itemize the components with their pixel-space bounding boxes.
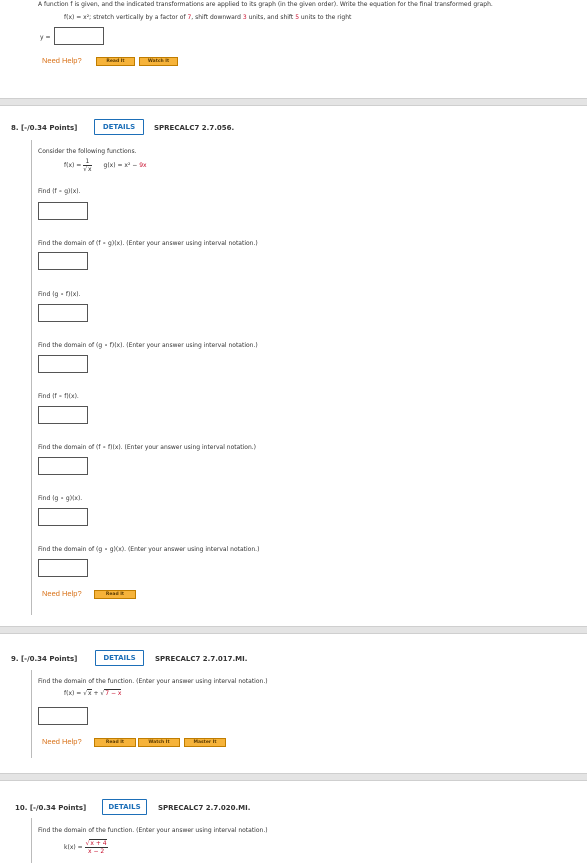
watch-it-button-q9[interactable]: Watch It (138, 738, 180, 747)
read-it-button-q9[interactable]: Read It (94, 738, 136, 747)
q8-prompt-5: Find (f ∘ f)(x). (38, 393, 79, 400)
details-button-q10[interactable]: DETAILS (102, 799, 147, 815)
q8-answer-4[interactable] (38, 355, 88, 373)
q8-prompt-6: Find the domain of (f ∘ f)(x). (Enter yo… (38, 444, 257, 451)
k-fraction: √x + 4x − 2 (84, 839, 108, 855)
q10-prompt: Find the domain of the function. (Enter … (38, 827, 268, 834)
master-it-button-q9[interactable]: Master It (184, 738, 226, 747)
q8-prompt-2: Find the domain of (f ∘ g)(x). (Enter yo… (38, 240, 258, 247)
question-9-code: SPRECALC7 2.7.017.MI. (155, 655, 248, 663)
f-fraction: 1 √x (83, 158, 92, 173)
need-help-label-q7: Need Help? (42, 56, 82, 65)
question-10-code: SPRECALC7 2.7.020.MI. (158, 804, 251, 812)
q8-prompt-1: Find (f ∘ g)(x). (38, 188, 81, 195)
question-9-body-rule (31, 670, 32, 758)
top-fx: f(x) = x²; (64, 14, 92, 21)
question-separator (0, 773, 587, 781)
q9-function: f(x) = √x + √7 − x (64, 689, 122, 697)
top-function-line: f(x) = x²; stretch vertically by a facto… (64, 14, 352, 21)
question-8-label: 8. [-/0.34 Points] (11, 124, 78, 132)
q10-function: k(x) = √x + 4x − 2 (64, 839, 108, 855)
details-button-q8[interactable]: DETAILS (94, 119, 144, 135)
q8-prompt-8: Find the domain of (g ∘ g)(x). (Enter yo… (38, 546, 260, 553)
y-equals-label: y = (40, 34, 51, 41)
question-8-body-rule (31, 140, 32, 615)
need-help-label-q8: Need Help? (42, 589, 82, 598)
read-it-button-q7[interactable]: Read It (96, 57, 135, 66)
watch-it-button-q7[interactable]: Watch It (139, 57, 178, 66)
answer-input-q7[interactable] (54, 27, 104, 45)
question-10-body-rule (31, 818, 32, 863)
question-8-code: SPRECALC7 2.7.056. (154, 124, 235, 132)
q8-answer-3[interactable] (38, 304, 88, 322)
q8-answer-2[interactable] (38, 252, 88, 270)
details-button-q9[interactable]: DETAILS (95, 650, 144, 666)
question-separator (0, 626, 587, 634)
q8-answer-7[interactable] (38, 508, 88, 526)
q8-prompt-4: Find the domain of (g ∘ f)(x). (Enter yo… (38, 342, 258, 349)
top-instructions: A function f is given, and the indicated… (38, 1, 493, 8)
q8-answer-6[interactable] (38, 457, 88, 475)
q8-prompt-7: Find (g ∘ g)(x). (38, 495, 83, 502)
q8-intro: Consider the following functions. (38, 148, 137, 155)
need-help-label-q9: Need Help? (42, 737, 82, 746)
g-coefficient: 9x (139, 162, 147, 169)
q8-functions: f(x) = 1 √x g(x) = x² − 9x (64, 158, 147, 173)
question-10-label: 10. [-/0.34 Points] (15, 804, 87, 812)
question-9-label: 9. [-/0.34 Points] (11, 655, 78, 663)
q9-sqrt-term: 7 − x (104, 689, 122, 697)
q8-answer-8[interactable] (38, 559, 88, 577)
q8-answer-1[interactable] (38, 202, 88, 220)
q9-prompt: Find the domain of the function. (Enter … (38, 678, 268, 685)
read-it-button-q8[interactable]: Read It (94, 590, 136, 599)
question-separator (0, 98, 587, 106)
q8-prompt-3: Find (g ∘ f)(x). (38, 291, 81, 298)
q9-answer[interactable] (38, 707, 88, 725)
q8-answer-5[interactable] (38, 406, 88, 424)
